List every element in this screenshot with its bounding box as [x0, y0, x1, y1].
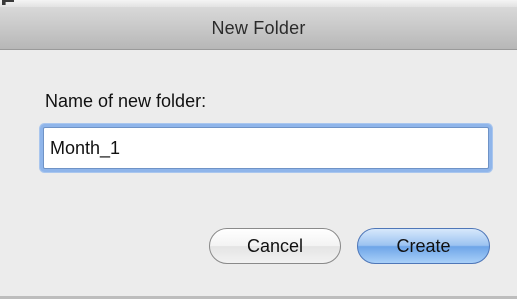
dialog-title: New Folder — [211, 18, 306, 38]
title-bar-highlight — [0, 0, 517, 7]
cancel-button-label: Cancel — [246, 235, 304, 256]
folder-name-input[interactable] — [43, 127, 489, 169]
cancel-button[interactable]: Cancel — [209, 228, 341, 264]
create-button-label: Create — [396, 235, 451, 256]
create-button[interactable]: Create — [357, 228, 490, 264]
title-bar[interactable]: New Folder — [0, 0, 517, 50]
folder-name-label: Name of new folder: — [45, 91, 207, 111]
new-folder-dialog: New Folder Name of new folder: Cancel Cr… — [0, 0, 517, 299]
